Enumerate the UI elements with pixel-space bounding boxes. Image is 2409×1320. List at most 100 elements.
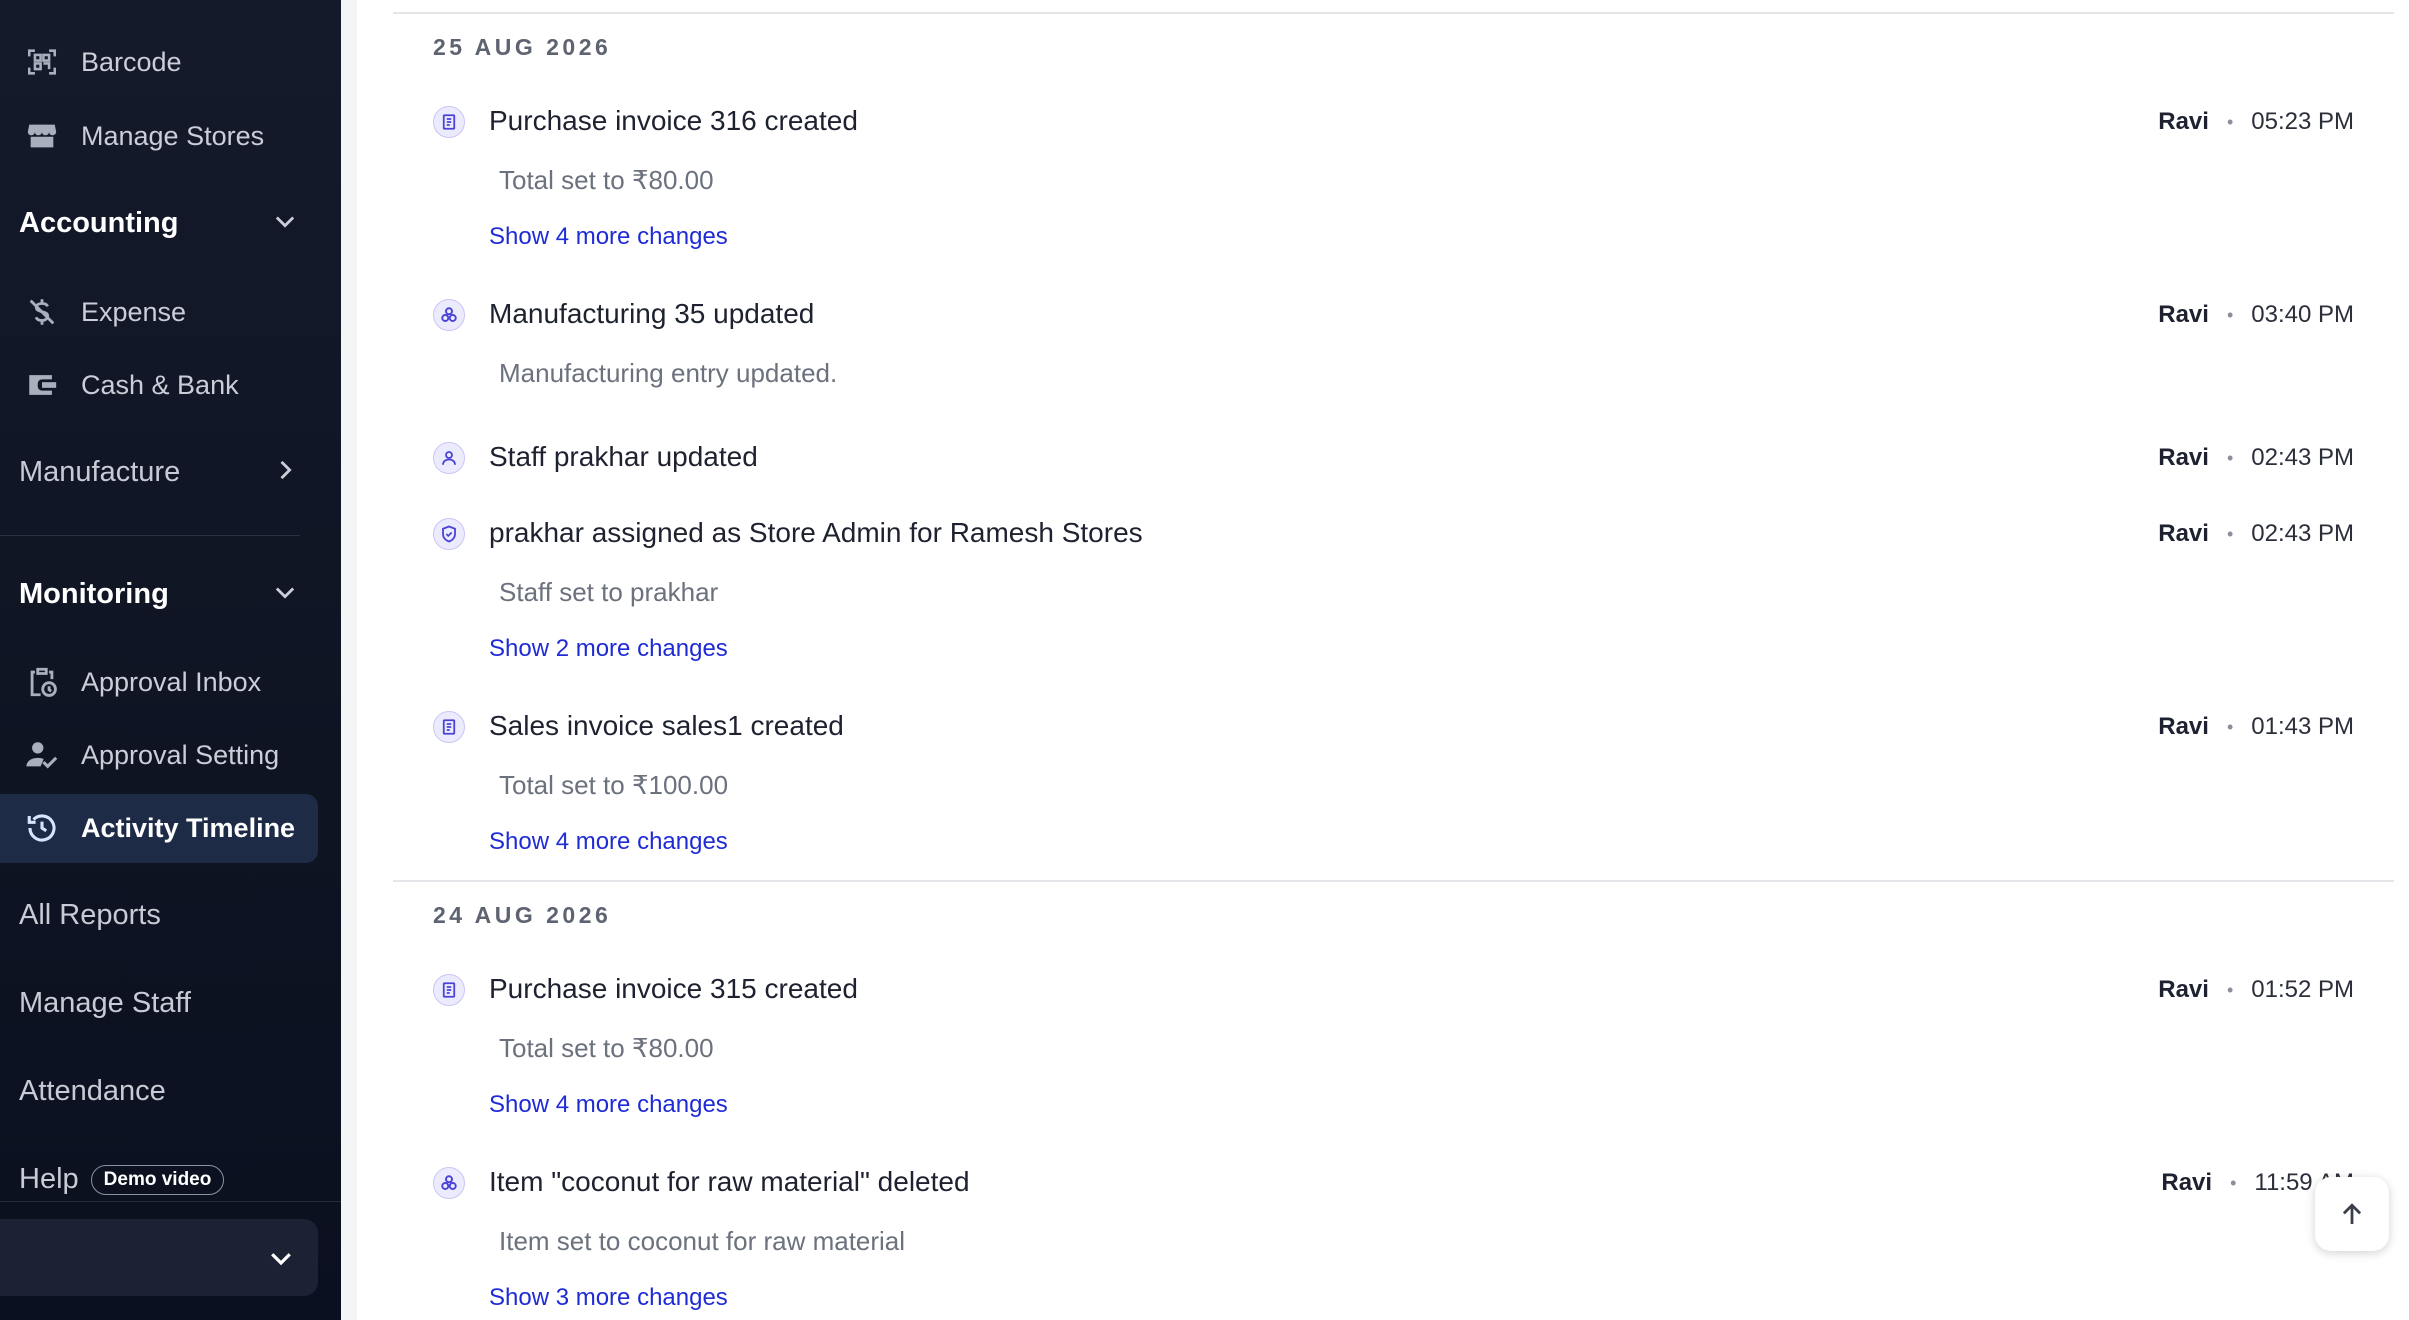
demo-video-badge[interactable]: Demo video [90, 1165, 225, 1196]
show-more-changes-link[interactable]: Show 2 more changes [489, 635, 728, 663]
divider [393, 12, 2394, 14]
entry-meta: Ravi • 05:23 PM [2158, 108, 2354, 136]
entry-user: Ravi [2158, 108, 2209, 135]
entry-time: 03:40 PM [2251, 301, 2354, 328]
arrow-up-icon [2337, 1199, 2367, 1229]
entry-title: Item "coconut for raw material" deleted [489, 1166, 970, 1197]
sidebar-item-approval-inbox[interactable]: Approval Inbox [0, 648, 318, 716]
show-more-changes-link[interactable]: Show 4 more changes [489, 828, 728, 856]
sidebar-item-activity-timeline[interactable]: Activity Timeline [0, 794, 318, 862]
sidebar-link-manage-staff[interactable]: Manage Staff [19, 987, 191, 1020]
entry-title: Purchase invoice 316 created [489, 105, 858, 136]
chevron-right-icon [271, 456, 299, 489]
show-more-changes-link[interactable]: Show 4 more changes [489, 223, 728, 251]
entry-user: Ravi [2158, 713, 2209, 740]
entry-detail: Item set to coconut for raw material [499, 1226, 906, 1256]
date-header: 25 AUG 2026 [433, 34, 612, 60]
sidebar-item-label: Activity Timeline [81, 812, 296, 843]
sidebar-item-label: Approval Inbox [81, 666, 262, 697]
section-manufacture[interactable]: Manufacture [19, 442, 299, 502]
entry-meta: Ravi • 02:43 PM [2158, 444, 2354, 472]
invoice-icon [433, 106, 465, 138]
manufacturing-icon [433, 299, 465, 331]
separator-dot: • [2230, 1172, 2237, 1193]
invoice-icon [433, 974, 465, 1006]
sidebar-link-attendance[interactable]: Attendance [19, 1075, 166, 1108]
sidebar: Barcode Manage Stores Accounting Expense [0, 0, 341, 1320]
scroll-to-top-button[interactable] [2315, 1177, 2389, 1251]
entry-user: Ravi [2158, 976, 2209, 1003]
sidebar-item-cash-bank[interactable]: Cash & Bank [0, 351, 318, 419]
history-icon [24, 810, 60, 846]
entry-user: Ravi [2161, 1169, 2213, 1196]
entry-meta: Ravi • 01:43 PM [2158, 713, 2354, 741]
entry-user: Ravi [2158, 444, 2209, 471]
entry-title: Staff prakhar updated [489, 441, 758, 472]
divider [393, 880, 2394, 882]
section-label: Monitoring [19, 577, 169, 610]
entry-time: 02:43 PM [2251, 520, 2354, 547]
shield-icon [433, 518, 465, 550]
chevron-down-icon [266, 1243, 296, 1278]
entry-title: Purchase invoice 315 created [489, 973, 858, 1004]
show-more-changes-link[interactable]: Show 4 more changes [489, 1091, 728, 1119]
entry-title: prakhar assigned as Store Admin for Rame… [489, 517, 1143, 548]
separator-dot: • [2226, 979, 2234, 1000]
separator-dot: • [2226, 304, 2234, 325]
show-more-changes-link[interactable]: Show 3 more changes [489, 1284, 728, 1312]
entry-meta: Ravi • 01:52 PM [2158, 976, 2354, 1004]
date-header: 24 AUG 2026 [433, 902, 612, 928]
invoice-icon [433, 711, 465, 743]
clipboard-clock-icon [24, 664, 60, 700]
entry-detail: Manufacturing entry updated. [499, 358, 838, 388]
activity-timeline-panel: 25 AUG 2026 Purchase invoice 316 created… [357, 0, 2409, 1320]
user-icon [433, 442, 465, 474]
separator-dot: • [2226, 447, 2234, 468]
entry-detail: Total set to ₹80.00 [499, 1033, 714, 1063]
chevron-down-icon [271, 207, 299, 240]
sidebar-item-label: Manage Stores [81, 120, 265, 151]
help-label: Help [19, 1163, 79, 1195]
divider [0, 535, 300, 536]
section-accounting[interactable]: Accounting [19, 193, 299, 253]
sidebar-item-barcode[interactable]: Barcode [0, 28, 318, 96]
wallet-icon [24, 367, 60, 403]
separator-dot: • [2226, 111, 2234, 132]
chevron-down-icon [271, 578, 299, 611]
sidebar-link-all-reports[interactable]: All Reports [19, 899, 161, 932]
barcode-icon [24, 44, 60, 80]
no-money-icon [24, 294, 60, 330]
sidebar-item-expense[interactable]: Expense [0, 278, 318, 346]
entry-time: 01:43 PM [2251, 713, 2354, 740]
person-check-icon [24, 737, 60, 773]
manufacturing-icon [433, 1167, 465, 1199]
sidebar-item-manage-stores[interactable]: Manage Stores [0, 102, 318, 170]
sidebar-item-label: Barcode [81, 46, 182, 77]
separator-dot: • [2226, 716, 2234, 737]
section-label: Manufacture [19, 455, 181, 488]
sidebar-item-label: Approval Setting [81, 739, 280, 770]
store-switcher[interactable] [0, 1219, 318, 1296]
sidebar-clipped-icon [25, 0, 57, 8]
store-icon [24, 118, 60, 154]
section-monitoring[interactable]: Monitoring [19, 564, 299, 624]
sidebar-item-approval-setting[interactable]: Approval Setting [0, 721, 318, 789]
entry-time: 01:52 PM [2251, 976, 2354, 1003]
divider [0, 1201, 341, 1202]
sidebar-link-help[interactable]: Help Demo video [19, 1163, 225, 1196]
section-label: Accounting [19, 206, 179, 239]
entry-time: 05:23 PM [2251, 108, 2354, 135]
entry-meta: Ravi • 03:40 PM [2158, 301, 2354, 329]
entry-detail: Staff set to prakhar [499, 577, 719, 607]
entry-detail: Total set to ₹80.00 [499, 165, 714, 195]
entry-user: Ravi [2158, 520, 2209, 547]
sidebar-item-label: Cash & Bank [81, 369, 239, 400]
sidebar-item-label: Expense [81, 296, 187, 327]
entry-detail: Total set to ₹100.00 [499, 770, 729, 800]
separator-dot: • [2226, 523, 2234, 544]
entry-user: Ravi [2158, 301, 2209, 328]
entry-title: Manufacturing 35 updated [489, 298, 815, 329]
entry-meta: Ravi • 02:43 PM [2158, 520, 2354, 548]
entry-title: Sales invoice sales1 created [489, 710, 844, 741]
entry-time: 02:43 PM [2251, 444, 2354, 471]
